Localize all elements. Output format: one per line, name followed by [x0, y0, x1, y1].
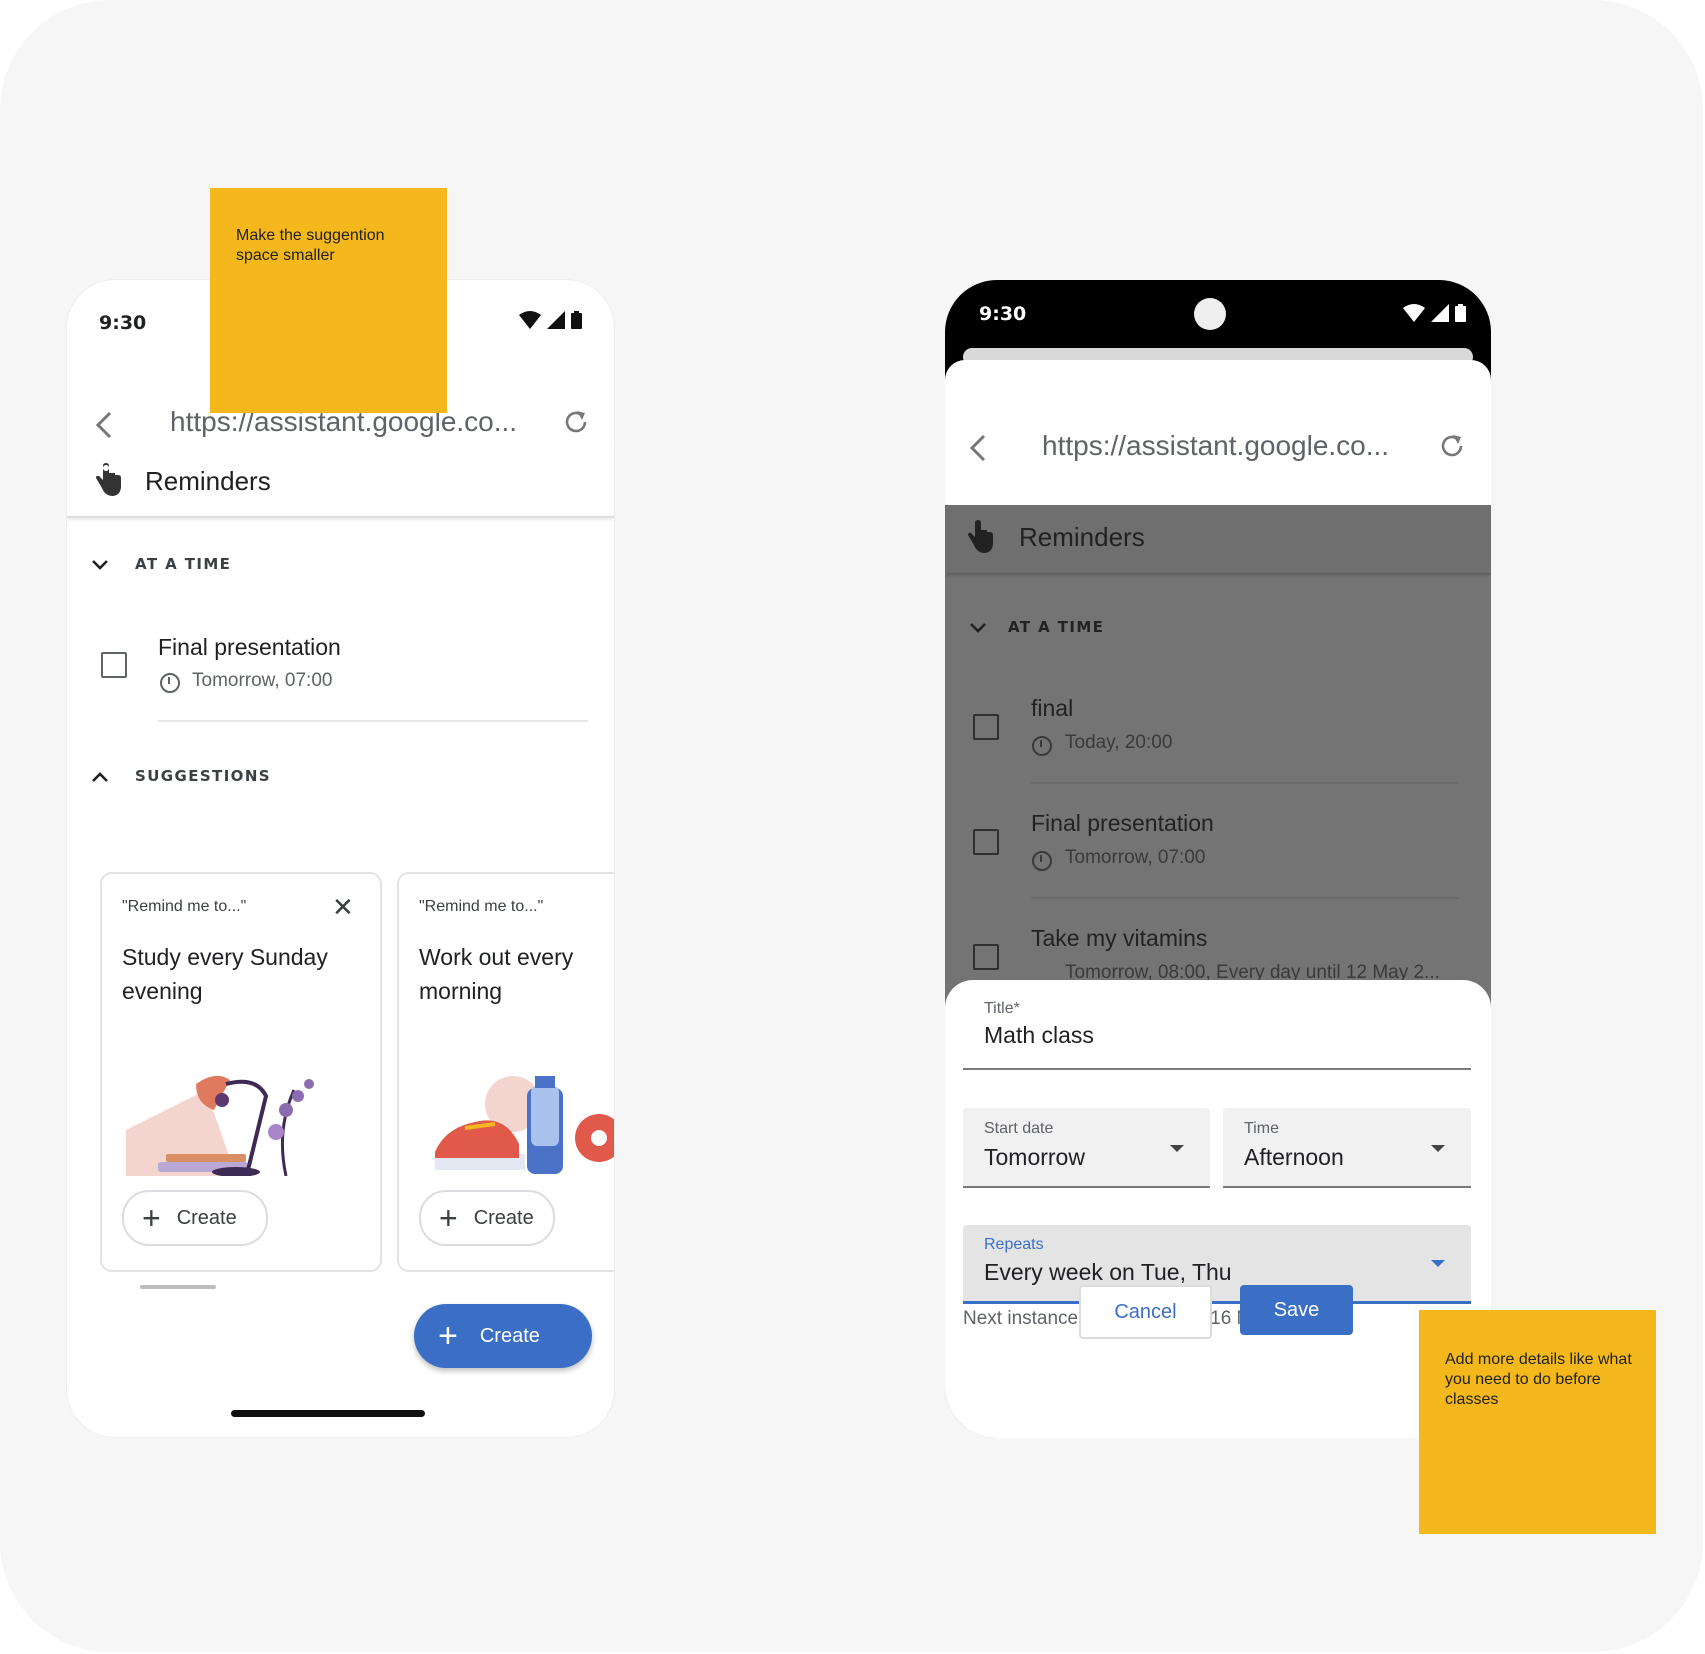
divider — [158, 720, 588, 722]
plus-icon: + — [439, 1200, 458, 1236]
start-date-value: Tomorrow — [984, 1144, 1085, 1170]
reminder-checkbox[interactable] — [973, 829, 999, 855]
screen: https://assistant.google.co... Reminders… — [945, 360, 1491, 1438]
wifi-icon — [1403, 304, 1425, 322]
sticky-note-text: Make the suggention space smaller — [236, 227, 385, 264]
cancel-button[interactable]: Cancel — [1079, 1285, 1212, 1339]
repeats-label: Repeats — [984, 1236, 1044, 1253]
url-text[interactable]: https://assistant.google.co... — [1042, 430, 1389, 462]
chevron-up-icon[interactable] — [91, 768, 109, 786]
repeats-value: Every week on Tue, Thu — [984, 1259, 1232, 1285]
create-fab[interactable]: + Create — [414, 1304, 592, 1368]
dropdown-caret-icon — [1431, 1260, 1445, 1267]
divider — [1031, 782, 1459, 784]
sticky-note-top: Make the suggention space smaller — [210, 188, 447, 413]
suggestion-card[interactable]: "Remind me to..." ✕ Study every Sunday e… — [100, 872, 382, 1272]
time-dropdown[interactable]: Time Afternoon — [1223, 1108, 1471, 1188]
reminder-title[interactable]: Final presentation — [158, 634, 341, 661]
reload-icon[interactable] — [563, 409, 589, 435]
card-text: Work out every morning — [419, 944, 574, 1004]
camera-cutout — [1194, 298, 1226, 330]
reminder-title[interactable]: Final presentation — [1031, 810, 1214, 837]
chevron-down-icon[interactable] — [91, 556, 109, 574]
sticky-note-text: Add more details like what you need to d… — [1445, 1351, 1632, 1408]
reminder-checkbox[interactable] — [973, 714, 999, 740]
card-quote: "Remind me to..." — [419, 898, 544, 915]
cancel-label: Cancel — [1114, 1300, 1177, 1323]
fab-label: Create — [479, 1324, 540, 1347]
suggestion-card[interactable]: "Remind me to..." Work out every morning… — [397, 872, 614, 1272]
app-title: Reminders — [1019, 522, 1145, 552]
app-bar: Reminders — [67, 448, 614, 518]
card-text: Study every Sunday evening — [122, 944, 328, 1004]
lamp-illustration — [126, 1075, 314, 1176]
browser-url-bar: https://assistant.google.co... — [945, 412, 1491, 484]
reminder-checkbox[interactable] — [101, 652, 127, 678]
back-arrow-icon[interactable] — [95, 411, 113, 439]
signal-icon — [547, 311, 565, 329]
divider — [1031, 897, 1459, 899]
save-label: Save — [1273, 1298, 1320, 1321]
title-input[interactable]: Math class — [984, 1022, 1094, 1049]
repeats-dropdown[interactable]: Repeats Every week on Tue, Thu — [963, 1225, 1471, 1304]
section-suggestions[interactable]: SUGGESTIONS — [135, 767, 271, 785]
section-at-a-time[interactable]: AT A TIME — [1008, 618, 1104, 636]
wifi-icon — [519, 311, 541, 329]
assistant-hand-icon — [968, 520, 993, 553]
time-value: Afternoon — [1244, 1144, 1344, 1170]
status-time: 9:30 — [99, 312, 147, 334]
section-at-a-time[interactable]: AT A TIME — [135, 555, 231, 573]
time-label: Time — [1244, 1120, 1279, 1137]
chevron-down-icon[interactable] — [969, 619, 987, 637]
reminder-time: Tomorrow, 07:00 — [1065, 847, 1206, 868]
create-label: Create — [473, 1206, 534, 1229]
status-icons — [1403, 304, 1466, 322]
save-button[interactable]: Save — [1240, 1285, 1353, 1335]
app-bar: Reminders — [945, 505, 1491, 573]
signal-icon — [1431, 304, 1449, 322]
reminder-time: Today, 20:00 — [1065, 732, 1173, 753]
status-time: 9:30 — [979, 303, 1027, 325]
reminder-title[interactable]: final — [1031, 695, 1073, 722]
reminder-time: Tomorrow, 07:00 — [192, 670, 333, 691]
reminder-checkbox[interactable] — [973, 944, 999, 970]
clock-icon — [1032, 736, 1052, 756]
title-label: Title* — [984, 1000, 1020, 1017]
status-icons — [519, 311, 582, 329]
close-icon[interactable]: ✕ — [332, 892, 354, 923]
assistant-hand-icon — [96, 463, 121, 496]
clock-icon — [160, 673, 180, 693]
start-date-dropdown[interactable]: Start date Tomorrow — [963, 1108, 1210, 1188]
right-phone: 9:30 https://assistant.google.co... Remi… — [945, 280, 1491, 1438]
plus-icon: + — [142, 1200, 161, 1236]
left-phone: 9:30 https://assistant.google.co... Remi… — [67, 280, 614, 1437]
battery-icon — [1455, 304, 1466, 322]
dropdown-caret-icon — [1431, 1145, 1445, 1152]
edit-reminder-sheet: Title* Math class Start date Tomorrow Ti… — [945, 980, 1491, 1438]
carousel-scrollbar[interactable] — [140, 1285, 216, 1289]
workout-illustration — [435, 1076, 614, 1174]
back-arrow-icon[interactable] — [969, 434, 987, 462]
reminder-title[interactable]: Take my vitamins — [1031, 925, 1207, 952]
reload-icon[interactable] — [1439, 433, 1465, 459]
plus-icon: + — [438, 1317, 458, 1355]
clock-icon — [1032, 851, 1052, 871]
card-quote: "Remind me to..." — [122, 898, 247, 915]
create-button[interactable]: + Create — [419, 1190, 555, 1246]
home-indicator[interactable] — [231, 1410, 425, 1417]
sticky-note-bottom: Add more details like what you need to d… — [1419, 1310, 1656, 1534]
create-label: Create — [176, 1206, 237, 1229]
dropdown-caret-icon — [1170, 1145, 1184, 1152]
app-title: Reminders — [145, 466, 271, 496]
title-underline — [963, 1068, 1471, 1070]
battery-icon — [571, 311, 582, 329]
start-date-label: Start date — [984, 1120, 1054, 1137]
create-button[interactable]: + Create — [122, 1190, 268, 1246]
